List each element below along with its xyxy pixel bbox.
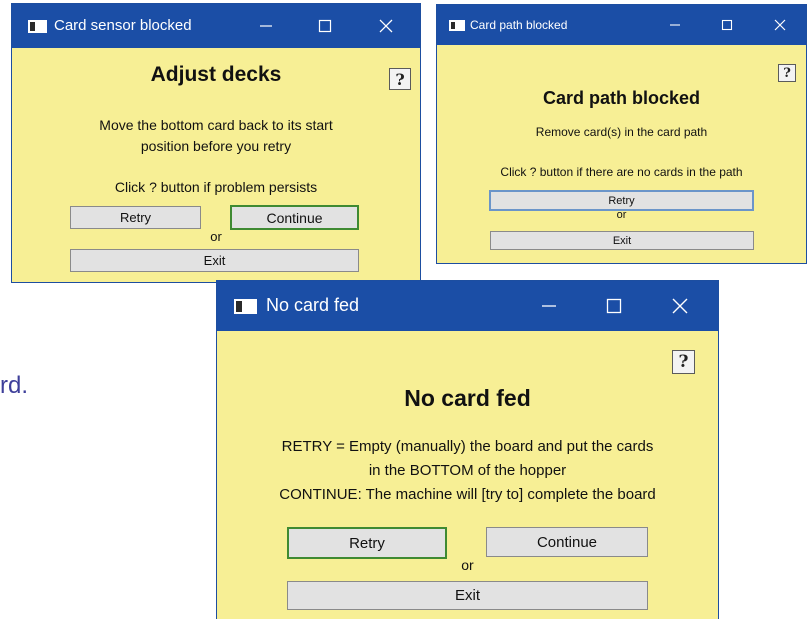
- minimize-button[interactable]: [653, 5, 697, 45]
- maximize-button[interactable]: [584, 281, 644, 331]
- window-title: Card sensor blocked: [54, 17, 192, 34]
- minimize-button[interactable]: [240, 4, 292, 48]
- minimize-button[interactable]: [519, 281, 579, 331]
- dialog-card-path-blocked: Card path blocked ? Card path blocked Re…: [437, 5, 806, 263]
- app-icon: [28, 20, 47, 33]
- or-label: or: [210, 229, 222, 244]
- minimize-icon: [542, 305, 556, 307]
- message-text: Remove card(s) in the card path: [535, 125, 708, 139]
- window-title: Card path blocked: [470, 18, 568, 32]
- exit-button[interactable]: Exit: [287, 581, 648, 610]
- dialog-card-sensor-blocked: Card sensor blocked ? Adjust decks Move …: [12, 4, 420, 282]
- message-line-2: in the BOTTOM of the hopper: [368, 462, 567, 479]
- help-button[interactable]: ?: [672, 350, 695, 374]
- exit-button[interactable]: Exit: [490, 231, 754, 250]
- or-label: or: [461, 557, 474, 573]
- close-button[interactable]: [650, 281, 710, 331]
- dialog-heading: No card fed: [404, 385, 531, 411]
- close-button[interactable]: [360, 4, 412, 48]
- background-text: rd.: [0, 372, 29, 399]
- message-line-1: Move the bottom card back to its start: [99, 117, 333, 133]
- window-title: No card fed: [266, 295, 360, 315]
- close-icon: [672, 298, 688, 314]
- help-button[interactable]: ?: [778, 64, 796, 82]
- close-icon: [379, 19, 393, 33]
- message-line-2: position before you retry: [140, 138, 292, 154]
- retry-button[interactable]: Retry: [489, 190, 754, 211]
- app-icon: [449, 20, 465, 31]
- hint-text: Click ? button if there are no cards in …: [500, 165, 743, 179]
- titlebar[interactable]: No card fed: [217, 281, 718, 331]
- message-line-3: CONTINUE: The machine will [try to] comp…: [279, 486, 656, 503]
- titlebar[interactable]: Card sensor blocked: [12, 4, 420, 48]
- continue-button[interactable]: Continue: [230, 205, 359, 230]
- maximize-icon: [721, 19, 733, 31]
- maximize-button[interactable]: [299, 4, 351, 48]
- minimize-icon: [670, 24, 680, 26]
- message-line-1: RETRY = Empty (manually) the board and p…: [281, 438, 654, 455]
- app-icon: [234, 299, 257, 314]
- close-icon: [774, 19, 786, 31]
- titlebar[interactable]: Card path blocked: [437, 5, 806, 45]
- retry-button[interactable]: Retry: [287, 527, 447, 559]
- or-label: or: [616, 209, 627, 221]
- hint-text: Click ? button if problem persists: [114, 179, 318, 195]
- maximize-button[interactable]: [705, 5, 749, 45]
- continue-button[interactable]: Continue: [486, 527, 648, 557]
- minimize-icon: [260, 25, 272, 27]
- maximize-icon: [318, 19, 332, 33]
- maximize-icon: [606, 298, 622, 314]
- retry-button[interactable]: Retry: [70, 206, 201, 229]
- dialog-heading: Adjust decks: [150, 63, 282, 86]
- exit-button[interactable]: Exit: [70, 249, 359, 272]
- dialog-no-card-fed: No card fed ? No card fed RETRY = Empty …: [217, 281, 718, 619]
- close-button[interactable]: [758, 5, 802, 45]
- dialog-heading: Card path blocked: [542, 88, 701, 108]
